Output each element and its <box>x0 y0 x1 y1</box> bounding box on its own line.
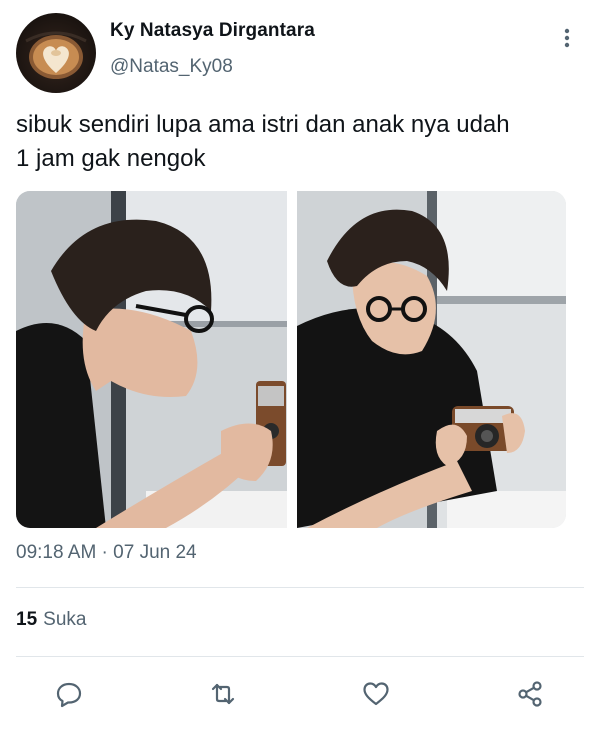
likes-stat[interactable]: 15 Suka <box>16 609 86 631</box>
like-button[interactable] <box>354 672 398 716</box>
reply-button[interactable] <box>47 672 91 716</box>
action-bar <box>0 672 600 716</box>
media-grid <box>16 191 566 528</box>
author-handle[interactable]: @Natas_Ky08 <box>110 56 233 78</box>
tweet-text-line-2: 1 jam gak nengok <box>16 145 206 172</box>
reply-icon <box>56 682 82 708</box>
more-vertical-icon <box>564 28 570 48</box>
tweet-text: sibuk sendiri lupa ama istri dan anak ny… <box>16 108 596 176</box>
tweet-text-line-1: sibuk sendiri lupa ama istri dan anak ny… <box>16 111 510 138</box>
share-icon <box>518 681 542 707</box>
photo-man-front-camera <box>297 191 566 528</box>
retweet-icon <box>211 683 235 705</box>
photo-1[interactable] <box>16 191 287 528</box>
avatar[interactable] <box>16 13 96 93</box>
tweet-header: Ky Natasya Dirgantara @Natas_Ky08 <box>0 0 600 100</box>
latte-art-icon <box>25 31 87 79</box>
likes-label: Suka <box>43 609 87 630</box>
tweet-timestamp[interactable]: 09:18 AM · 07 Jun 24 <box>16 542 197 564</box>
likes-count: 15 <box>16 609 38 630</box>
author-name[interactable]: Ky Natasya Dirgantara <box>110 20 315 42</box>
divider <box>16 656 584 657</box>
divider <box>16 587 584 588</box>
more-options-button[interactable] <box>555 26 579 50</box>
retweet-button[interactable] <box>201 672 245 716</box>
photo-man-profile-camera <box>16 191 287 528</box>
share-button[interactable] <box>508 672 552 716</box>
heart-icon <box>363 682 389 706</box>
photo-2[interactable] <box>297 191 566 528</box>
